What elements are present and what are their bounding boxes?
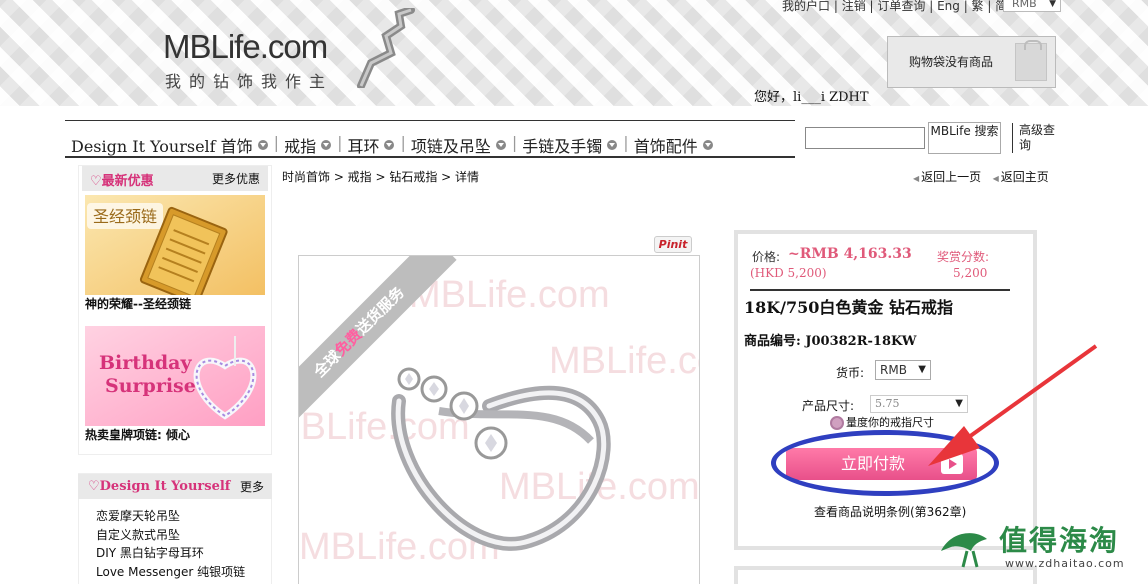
link-english[interactable]: Eng: [937, 0, 960, 13]
bible-necklace-image[interactable]: 圣经颈链: [85, 195, 265, 295]
nav-item-bracelets[interactable]: 手链及手镯: [522, 133, 623, 157]
bird-logo-icon: [941, 533, 987, 568]
back-home-link[interactable]: ◀ 返回主页: [993, 170, 1049, 184]
points-value: 5,200: [953, 266, 988, 280]
shopping-bag-icon: [1015, 40, 1047, 81]
search-button[interactable]: MBLife 搜索: [928, 122, 1001, 154]
top-links: 我的户口 | 注销 | 订单查询 | Eng | 繁 | 简: [782, 0, 1008, 13]
promo-header: ♡最新优惠 更多优惠: [82, 166, 268, 191]
logo-tagline: 我的钻饰我作主: [165, 72, 334, 91]
product-photo[interactable]: MBLife.com MBLife.com MBLife.com MBLife.…: [298, 255, 700, 584]
product-sku: 商品编号: J00382R-18KW: [744, 334, 917, 349]
link-traditional[interactable]: 繁: [972, 0, 984, 13]
diy-title: ♡Design It Yourself: [88, 479, 231, 494]
nav-item-diy[interactable]: Design It Yourself 首饰: [71, 133, 274, 157]
nav-item-rings[interactable]: 戒指: [284, 133, 337, 157]
list-item[interactable]: Love Messenger 纯银项链: [96, 563, 245, 582]
main-nav: Design It Yourself 首饰 | 戒指 | 耳环 | 项链及吊坠 | 手链…: [71, 133, 719, 157]
cart-status: 购物袋没有商品: [909, 55, 994, 69]
promo2-banner-line2: Surprise: [105, 375, 196, 397]
triangle-left-icon: ◀: [913, 174, 920, 183]
zdhaitao-watermark: 值得海淘 www.zdhaitao.com: [935, 517, 1145, 577]
promo1-banner-text: 圣经颈链: [93, 207, 157, 226]
breadcrumb[interactable]: 时尚首饰 > 戒指 > 钻石戒指 > 详情: [282, 168, 479, 185]
price-label: 价格:: [752, 250, 781, 264]
shopping-bag[interactable]: 购物袋没有商品: [887, 36, 1056, 88]
points-label: 奖赏分数:: [937, 250, 990, 264]
chevron-down-icon: [495, 140, 506, 150]
promo-more-link[interactable]: 更多优惠: [212, 170, 260, 187]
ring-size-icon: [830, 416, 844, 430]
chevron-down-icon: [257, 140, 268, 150]
nav-divider-bottom: [65, 156, 795, 158]
logo-text: MBLife.com: [163, 28, 328, 65]
zdhaitao-name: 值得海淘: [999, 524, 1120, 557]
triangle-left-icon: ◀: [992, 174, 999, 183]
birthday-surprise-image[interactable]: Birthday Surprise: [85, 326, 265, 426]
user-greeting: 您好，li___i ZDHT: [754, 90, 869, 105]
site-logo[interactable]: MBLife.com 我的钻饰我作主: [163, 8, 415, 100]
heart-icon: ♡: [90, 174, 102, 189]
back-links: ◀ 返回上一页 ◀ 返回主页: [913, 168, 1049, 185]
divider: [750, 289, 1010, 291]
nav-divider-top: [65, 120, 795, 121]
price-value: ~RMB 4,163.33: [788, 246, 912, 262]
measure-size-link[interactable]: 量度你的戒指尺寸: [830, 414, 934, 430]
heart-icon: ♡: [88, 479, 100, 494]
diy-more-link[interactable]: 更多: [240, 478, 264, 495]
nav-item-necklaces[interactable]: 项链及吊坠: [411, 133, 512, 157]
advanced-search-link[interactable]: 高级查询: [1012, 123, 1062, 153]
great-wall-icon: [357, 8, 415, 88]
nav-item-earrings[interactable]: 耳环: [347, 133, 400, 157]
diy-list: 恋爱摩天轮吊坠 自定义款式吊坠 DIY 黑白钻字母耳环 Love Messeng…: [96, 507, 245, 581]
back-previous-link[interactable]: ◀ 返回上一页: [913, 170, 981, 184]
link-order-query[interactable]: 订单查询: [877, 0, 925, 13]
size-label: 产品尺寸:: [802, 399, 855, 413]
currency-select-top[interactable]: RMB ▼: [1003, 0, 1061, 12]
list-item[interactable]: 自定义款式吊坠: [96, 526, 245, 545]
chevron-down-icon: [321, 140, 332, 150]
link-my-account[interactable]: 我的户口: [782, 0, 830, 13]
nav-item-accessories[interactable]: 首饰配件: [634, 133, 719, 157]
chevron-down-icon: [607, 140, 618, 150]
watermark-text: MBLife.com: [409, 274, 610, 316]
promo1-caption[interactable]: 神的荣耀--圣经颈链: [85, 295, 191, 312]
link-logout[interactable]: 注销: [842, 0, 866, 13]
diy-header: ♡Design It Yourself 更多: [78, 474, 272, 499]
annotation-arrow-icon: [928, 344, 1098, 466]
price-hkd: (HKD 5,200): [750, 266, 827, 280]
zdhaitao-url: www.zdhaitao.com: [1005, 557, 1125, 570]
list-item[interactable]: 恋爱摩天轮吊坠: [96, 507, 245, 526]
pinit-button[interactable]: Pinit: [654, 236, 692, 253]
list-item[interactable]: DIY 黑白钻字母耳环: [96, 544, 245, 563]
promo2-caption[interactable]: 热卖皇牌项链: 倾心: [85, 426, 190, 443]
chevron-down-icon: ▼: [1049, 0, 1056, 9]
promo-title: ♡最新优惠: [90, 174, 154, 189]
chevron-down-icon: [384, 140, 395, 150]
currency-label: 货币:: [836, 366, 865, 380]
search-input[interactable]: [805, 127, 925, 149]
chevron-down-icon: [702, 140, 713, 150]
diamond-ring-image: [391, 367, 611, 551]
product-title: 18K/750白色黄金 钻石戒指: [744, 298, 953, 317]
promo2-banner-line1: Birthday: [99, 352, 192, 374]
